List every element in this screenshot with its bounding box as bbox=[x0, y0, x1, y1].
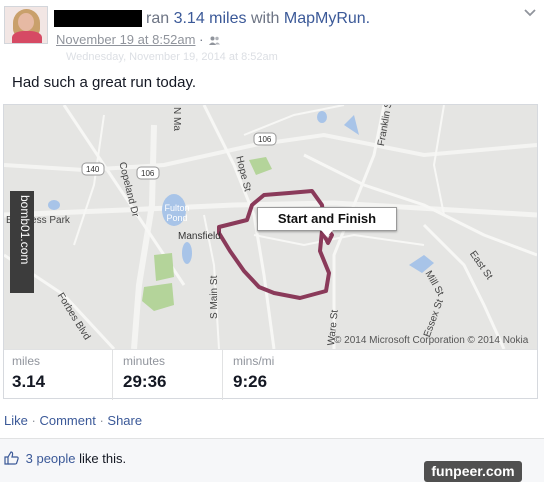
status-text: Had such a great run today. bbox=[12, 74, 196, 91]
action-separator: · bbox=[99, 413, 104, 428]
redacted-name bbox=[54, 10, 142, 27]
post-timestamp: November 19 at 8:52am · bbox=[56, 32, 221, 47]
stat-pace: mins/mi 9:26 bbox=[222, 350, 537, 400]
like-link[interactable]: Like bbox=[4, 413, 28, 428]
likes-suffix: like this. bbox=[79, 451, 127, 466]
likers-link[interactable]: 3 people bbox=[26, 451, 76, 466]
timestamp-separator: · bbox=[199, 32, 204, 47]
start-finish-callout: Start and Finish bbox=[257, 207, 397, 231]
share-link[interactable]: Share bbox=[107, 413, 142, 428]
side-watermark: bomb01.com bbox=[10, 191, 34, 293]
app-link[interactable]: MapMyRun. bbox=[284, 10, 370, 27]
stat-minutes-value: 29:36 bbox=[123, 372, 167, 391]
post-title: ran 3.14 miles with MapMyRun. bbox=[146, 10, 370, 28]
callout-pointer bbox=[321, 230, 333, 237]
stat-miles: miles 3.14 bbox=[4, 350, 112, 400]
funpeer-watermark: funpeer.com bbox=[424, 461, 522, 482]
stat-miles-label: miles bbox=[12, 354, 41, 368]
stat-pace-value: 9:26 bbox=[233, 372, 268, 391]
side-watermark-text: bomb01.com bbox=[18, 195, 32, 265]
title-prefix: ran bbox=[146, 10, 170, 27]
timestamp-link[interactable]: November 19 at 8:52am bbox=[56, 32, 195, 47]
chevron-down-icon[interactable] bbox=[523, 8, 537, 18]
avatar[interactable] bbox=[4, 6, 48, 44]
stat-minutes: minutes 29:36 bbox=[112, 350, 222, 400]
map-label-n-main: N Ma bbox=[171, 107, 182, 131]
stat-minutes-label: minutes bbox=[123, 354, 166, 368]
map-label-s-main: S Main St bbox=[209, 275, 220, 319]
map-label-mansfield: Mansfield bbox=[178, 231, 221, 242]
map-label-route-106-b: 106 bbox=[141, 169, 155, 178]
action-separator: · bbox=[31, 413, 36, 428]
route-map[interactable]: N Ma Franklin St 106 140 106 Copeland Dr… bbox=[4, 105, 537, 349]
comment-link[interactable]: Comment bbox=[39, 413, 95, 428]
stat-pace-label: mins/mi bbox=[233, 354, 275, 368]
map-label-route-106-a: 106 bbox=[258, 135, 272, 144]
post-header: ran 3.14 miles with MapMyRun. November 1… bbox=[0, 0, 544, 63]
workout-card[interactable]: N Ma Franklin St 106 140 106 Copeland Dr… bbox=[3, 104, 538, 400]
post-actions: Like · Comment · Share bbox=[4, 413, 142, 428]
map-label-route-140: 140 bbox=[86, 165, 100, 174]
map-label-fulton-pond: Fulton Pond bbox=[164, 203, 190, 223]
title-with: with bbox=[250, 10, 280, 27]
stats-bar: miles 3.14 minutes 29:36 mins/mi 9:26 bbox=[4, 349, 537, 400]
likes-summary: 3 people like this. bbox=[4, 451, 126, 466]
map-copyright: © 2014 Microsoft Corporation © 2014 Noki… bbox=[334, 335, 529, 346]
distance-link[interactable]: 3.14 miles bbox=[174, 10, 247, 27]
thumbs-up-icon bbox=[4, 451, 19, 465]
friends-icon[interactable] bbox=[209, 36, 221, 46]
timestamp-tooltip: Wednesday, November 19, 2014 at 8:52am bbox=[66, 51, 278, 63]
stat-miles-value: 3.14 bbox=[12, 372, 46, 391]
